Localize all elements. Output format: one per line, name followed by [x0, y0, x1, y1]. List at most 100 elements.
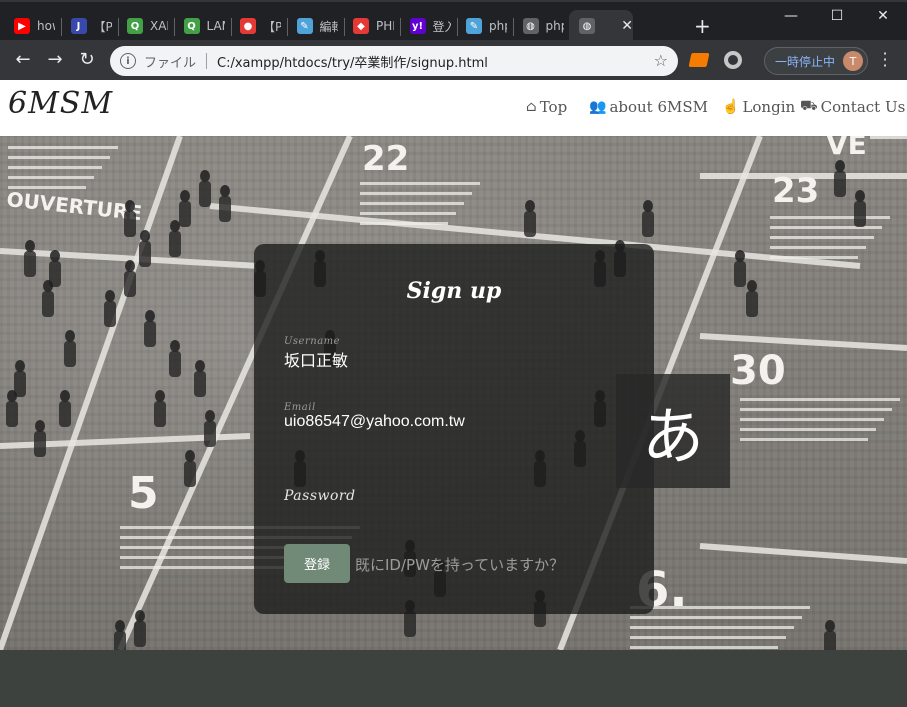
browser-tab-label: 【PH [263, 19, 281, 34]
close-window-button[interactable]: ✕ [868, 8, 898, 24]
printed-text-stripe [360, 192, 472, 195]
password-field[interactable]: Password [284, 488, 584, 504]
nav-about-6msm[interactable]: 👥 about 6MSM [589, 98, 708, 116]
minimize-button[interactable]: — [776, 8, 806, 24]
home-icon: ⌂ [526, 99, 537, 115]
printed-text-stripe [740, 428, 876, 431]
browser-tab[interactable]: ✎ 編輯 [287, 10, 343, 42]
profile-paused-button[interactable]: 一時停止中 T [764, 47, 868, 75]
pedestrian-head [145, 310, 155, 322]
forward-button[interactable]: → [44, 49, 66, 71]
pedestrian-head [25, 240, 35, 252]
browser-tab-label: php [489, 19, 507, 33]
nav-longin[interactable]: ☝ Longin [722, 98, 795, 116]
address-bar[interactable]: i ファイル C:/xampp/htdocs/try/卒業制作/signup.h… [110, 46, 678, 76]
password-placeholder: Password [284, 488, 356, 504]
username-value[interactable]: 坂口正敏 [284, 347, 584, 371]
browser-tab[interactable]: ◆ PHP [343, 10, 399, 42]
painted-number: 5 [128, 468, 159, 519]
page-footer [0, 650, 907, 707]
browser-tab-label: how [37, 19, 55, 33]
printed-text-stripe [8, 146, 118, 149]
printed-text-stripe [8, 176, 94, 179]
extension-icon[interactable] [688, 53, 710, 67]
pedestrian-head [525, 200, 535, 212]
browser-tab[interactable]: Q LAM [174, 10, 230, 42]
users-icon: 👥 [589, 99, 607, 115]
username-label: Username [284, 336, 341, 347]
back-button[interactable]: ← [12, 49, 34, 71]
email-value[interactable]: uio86547@yahoo.com.tw [284, 413, 584, 431]
pedestrian-head [125, 260, 135, 272]
arrow-left-icon: ← [15, 49, 31, 70]
pedestrian-body [219, 196, 231, 222]
register-button[interactable]: 登録 [284, 544, 350, 583]
browser-tab[interactable]: J 【PH [61, 10, 117, 42]
browser-toolbar: ← → ↻ i ファイル C:/xampp/htdocs/try/卒業制作/si… [0, 40, 907, 80]
signup-title: Sign up [406, 278, 502, 304]
reload-button[interactable]: ↻ [76, 49, 98, 71]
close-tab-icon[interactable]: ✕ [621, 18, 633, 34]
browser-tab[interactable]: ◍ ✕ [569, 10, 633, 42]
username-field[interactable]: Username 坂口正敏 [284, 336, 584, 371]
printed-text-stripe [360, 212, 456, 215]
editor-icon: ✎ [296, 18, 313, 34]
printed-text-stripe [630, 646, 778, 649]
site-logo[interactable]: 6MSM [8, 86, 113, 121]
laravel-icon: ◆ [353, 18, 369, 34]
pedestrian-body [59, 401, 71, 427]
page-viewport: 6MSM ⌂ Top 👥 about 6MSM ☝ Longin ⛟ Contact Us 2… [0, 80, 907, 707]
pedestrian-body [834, 171, 846, 197]
email-field[interactable]: Email uio86547@yahoo.com.tw [284, 402, 584, 431]
address-scheme: ファイル [144, 55, 197, 71]
maximize-button[interactable]: ☐ [822, 8, 852, 24]
pedestrian-head [105, 290, 115, 302]
browser-tab[interactable]: ▶ how [4, 10, 60, 42]
hero-background: 22 23 30 5 6. OUVERTURE VE Sign up Username 坂口… [0, 136, 907, 650]
have-account-link[interactable]: 既にID/PWを持っていますか？ [355, 554, 564, 575]
printed-text-stripe [630, 636, 786, 639]
printed-text-stripe [630, 616, 802, 619]
printed-text-stripe [770, 236, 874, 239]
pedestrian-head [125, 200, 135, 212]
xampp-icon: Q [127, 18, 143, 34]
paused-label: 一時停止中 [775, 54, 836, 69]
browser-tab-label: php [545, 19, 564, 33]
nav-top[interactable]: ⌂ Top [526, 98, 567, 116]
printed-text-stripe [360, 222, 448, 225]
youtube-icon: ▶ [14, 18, 30, 34]
nav-label: about 6MSM [609, 98, 709, 116]
kebab-menu-icon[interactable]: · · · [880, 46, 890, 74]
extension-circle-icon[interactable] [724, 51, 742, 69]
pedestrian-head [43, 280, 53, 292]
pedestrian-body [199, 181, 211, 207]
pedestrian-body [179, 201, 191, 227]
browser-tab[interactable]: ● 【PH [230, 10, 286, 42]
painted-line [699, 333, 907, 351]
info-icon[interactable]: i [120, 53, 136, 69]
pedestrian-body [104, 301, 116, 327]
painted-number: 23 [772, 171, 819, 211]
php-icon: ✎ [466, 18, 482, 34]
printed-text-stripe [770, 226, 882, 229]
pedestrian-head [115, 620, 125, 632]
browser-tab[interactable]: ◍ php [513, 10, 569, 42]
nav-contact-us[interactable]: ⛟ Contact Us [800, 98, 905, 116]
pedestrian-head [170, 340, 180, 352]
pedestrian-body [134, 621, 146, 647]
pedestrian-head [180, 190, 190, 202]
pedestrian-head [60, 390, 70, 402]
browser-tab[interactable]: Q XAM [117, 10, 173, 42]
lamp-icon: Q [183, 18, 200, 34]
reload-icon: ↻ [79, 49, 95, 70]
pedestrian-body [114, 631, 126, 650]
pedestrian-body [524, 211, 536, 237]
browser-tab[interactable]: y! 登入 [400, 10, 456, 42]
new-tab-button[interactable]: + [694, 16, 711, 36]
address-url[interactable]: C:/xampp/htdocs/try/卒業制作/signup.html [217, 52, 488, 71]
painted-number: 22 [362, 139, 409, 179]
browser-tab[interactable]: ✎ php [456, 10, 512, 42]
star-icon[interactable]: ☆ [654, 51, 668, 70]
pedestrian-head [7, 390, 17, 402]
pedestrian-head [200, 170, 210, 182]
